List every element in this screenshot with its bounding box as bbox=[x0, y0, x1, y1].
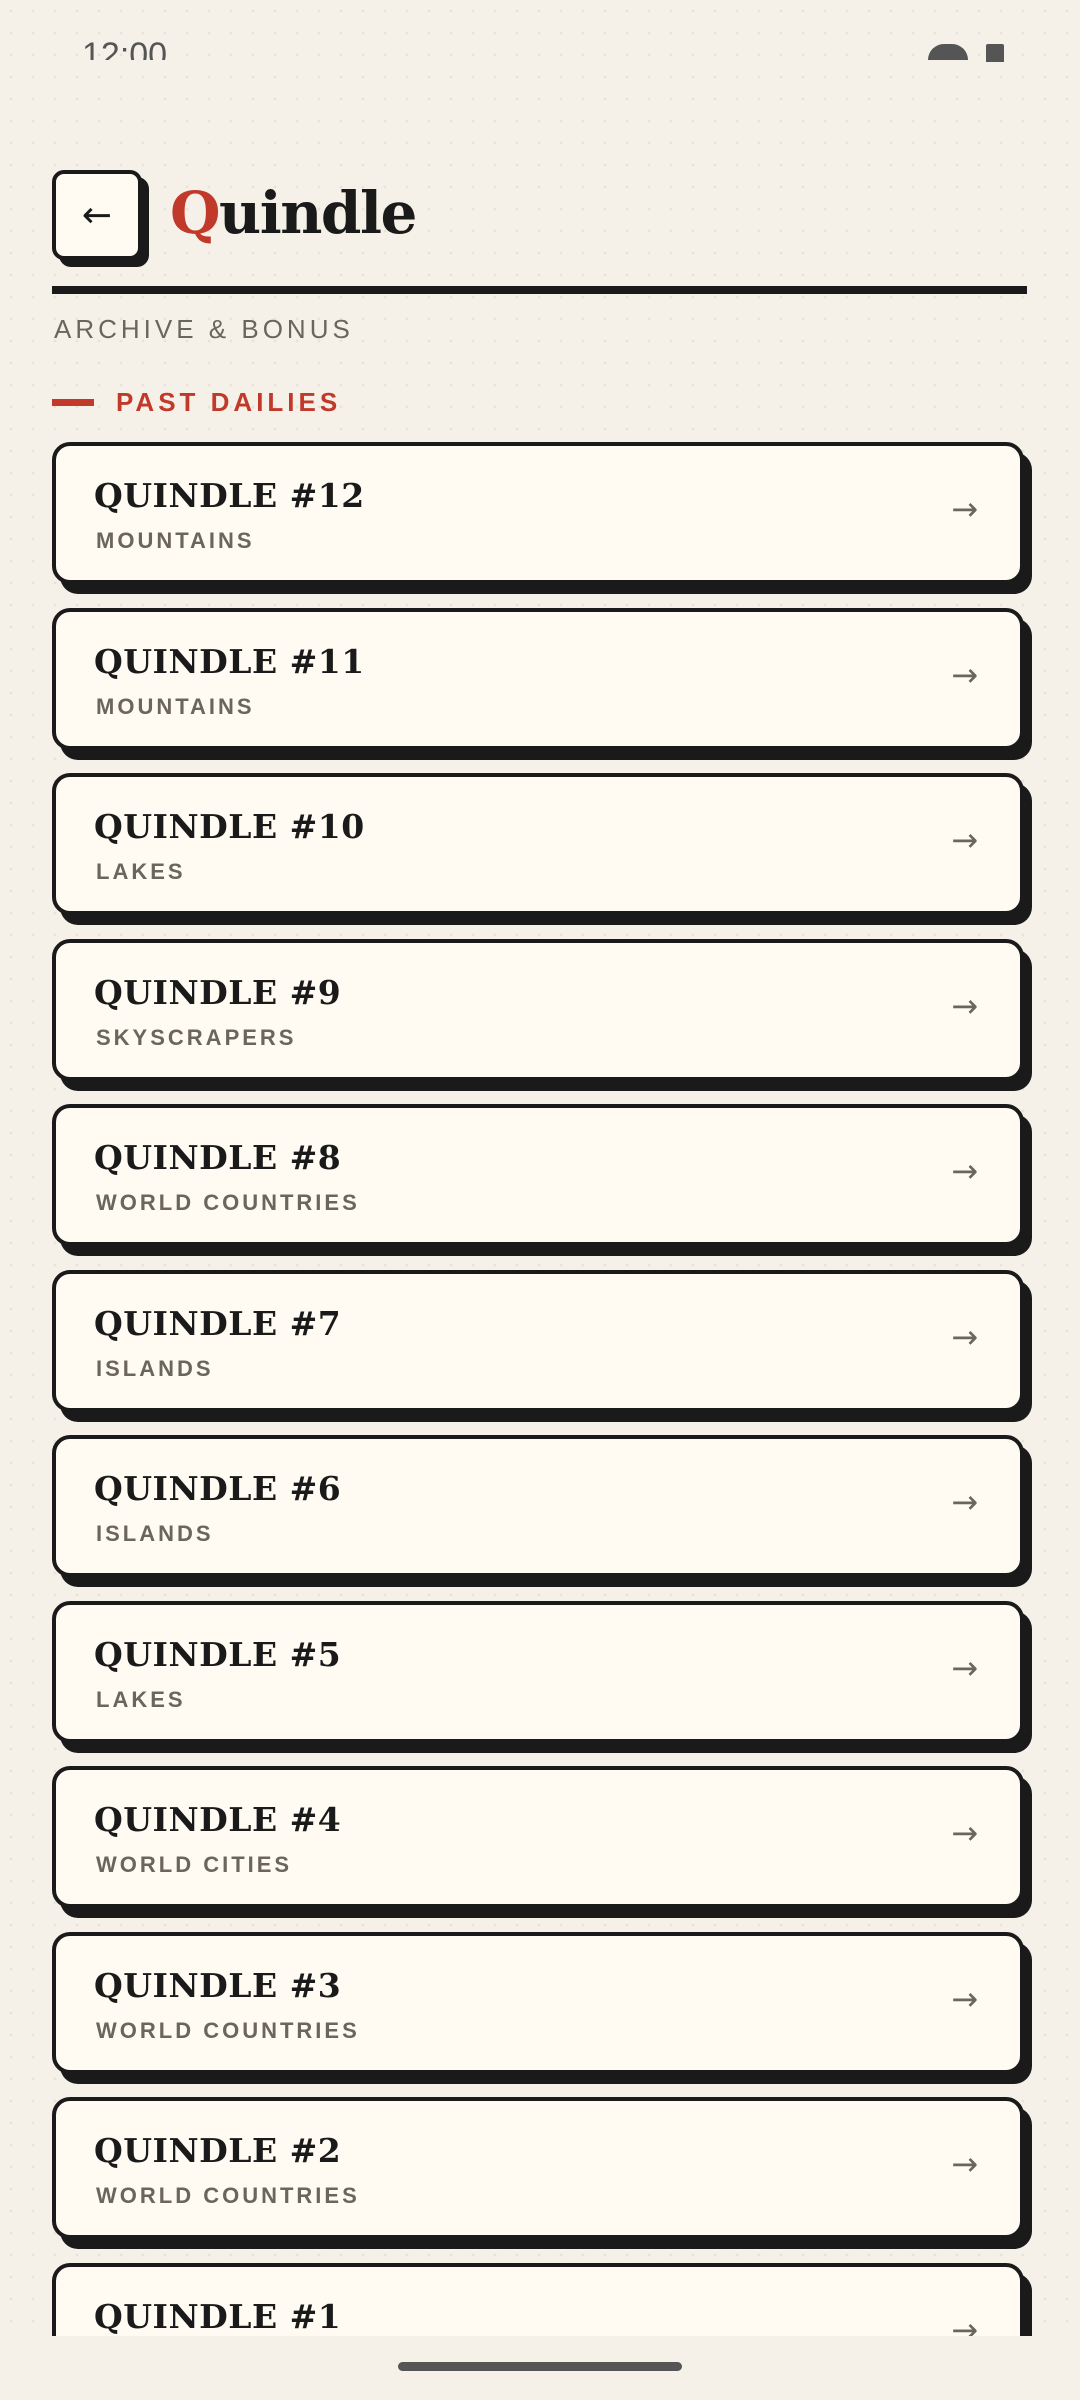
daily-category: LAKES bbox=[96, 1686, 186, 1712]
daily-title: QUINDLE #1 bbox=[94, 2296, 342, 2336]
daily-category: ISLANDS bbox=[96, 1521, 214, 1546]
app-title: Quindle bbox=[170, 178, 417, 248]
section-header: PAST DAILIES bbox=[52, 386, 341, 418]
arrow-right-icon: → bbox=[951, 655, 978, 694]
daily-card[interactable]: QUINDLE #9 SKYSCRAPERS → bbox=[52, 938, 1024, 1081]
arrow-right-icon: → bbox=[951, 490, 978, 528]
battery-icon bbox=[986, 44, 1004, 62]
daily-card[interactable]: QUINDLE #4 WORLD CITIES → bbox=[52, 1766, 1024, 1908]
daily-category: WORLD COUNTRIES bbox=[96, 1190, 360, 1215]
arrow-right-icon: → bbox=[951, 986, 978, 1025]
back-button[interactable]: ← bbox=[52, 170, 142, 260]
arrow-right-icon: → bbox=[951, 1979, 978, 2018]
eye-icon bbox=[928, 44, 968, 60]
section-dash bbox=[52, 398, 94, 406]
daily-title: QUINDLE #4 bbox=[94, 1800, 342, 1839]
status-time: 12:00 bbox=[82, 38, 168, 60]
home-indicator[interactable] bbox=[398, 2362, 682, 2371]
daily-card[interactable]: QUINDLE #2 WORLD COUNTRIES → bbox=[52, 2097, 1024, 2239]
status-icons bbox=[928, 44, 1004, 62]
section-label: PAST DAILIES bbox=[116, 386, 342, 417]
daily-title: QUINDLE #6 bbox=[94, 1469, 342, 1508]
header: ← Quindle bbox=[52, 170, 1027, 294]
daily-title: QUINDLE #10 bbox=[94, 807, 365, 846]
daily-title: QUINDLE #2 bbox=[94, 2131, 342, 2170]
daily-card[interactable]: QUINDLE #7 ISLANDS → bbox=[52, 1269, 1024, 1412]
arrow-right-icon: → bbox=[951, 2310, 978, 2337]
arrow-right-icon: → bbox=[951, 1317, 978, 1356]
daily-category: SKYSCRAPERS bbox=[96, 1024, 297, 1050]
daily-title: QUINDLE #5 bbox=[94, 1634, 342, 1674]
daily-title: QUINDLE #3 bbox=[94, 1965, 342, 2005]
daily-card[interactable]: QUINDLE #6 ISLANDS → bbox=[52, 1435, 1024, 1577]
arrow-right-icon: → bbox=[951, 1648, 978, 1687]
daily-category: MOUNTAINS bbox=[96, 693, 255, 719]
daily-card[interactable]: QUINDLE #8 WORLD COUNTRIES → bbox=[52, 1104, 1024, 1246]
daily-title: QUINDLE #12 bbox=[94, 476, 365, 515]
daily-title: QUINDLE #8 bbox=[94, 1138, 342, 1177]
past-dailies-list: QUINDLE #12 MOUNTAINS → QUINDLE #11 MOUNTAIN… bbox=[52, 442, 1072, 2336]
daily-category: WORLD COUNTRIES bbox=[96, 2017, 360, 2043]
arrow-right-icon: → bbox=[951, 1814, 978, 1852]
arrow-right-icon: → bbox=[951, 1483, 978, 1521]
daily-card[interactable]: QUINDLE #1 → bbox=[52, 2262, 1024, 2337]
page-subtitle: ARCHIVE & BONUS bbox=[54, 314, 354, 344]
arrow-right-icon: → bbox=[951, 1152, 978, 1190]
daily-card[interactable]: QUINDLE #3 WORLD COUNTRIES → bbox=[52, 1931, 1024, 2074]
daily-card[interactable]: QUINDLE #11 MOUNTAINS → bbox=[52, 607, 1024, 750]
header-divider bbox=[52, 286, 1027, 294]
daily-title: QUINDLE #7 bbox=[94, 1303, 342, 1343]
arrow-right-icon: → bbox=[951, 821, 978, 859]
daily-category: ISLANDS bbox=[96, 1355, 214, 1381]
daily-title: QUINDLE #11 bbox=[94, 641, 365, 681]
daily-category: MOUNTAINS bbox=[96, 528, 255, 553]
arrow-right-icon: → bbox=[951, 2145, 978, 2183]
daily-card[interactable]: QUINDLE #10 LAKES → bbox=[52, 773, 1024, 915]
daily-category: WORLD CITIES bbox=[96, 1852, 293, 1877]
app-title-rest: uindle bbox=[219, 179, 417, 247]
app-title-accent: Q bbox=[170, 179, 221, 247]
daily-card[interactable]: QUINDLE #5 LAKES → bbox=[52, 1600, 1024, 1743]
daily-category: LAKES bbox=[96, 859, 186, 884]
status-bar: 12:00 bbox=[0, 0, 1080, 70]
daily-title: QUINDLE #9 bbox=[94, 972, 342, 1012]
daily-category: WORLD COUNTRIES bbox=[96, 2183, 360, 2208]
daily-card[interactable]: QUINDLE #12 MOUNTAINS → bbox=[52, 442, 1024, 584]
